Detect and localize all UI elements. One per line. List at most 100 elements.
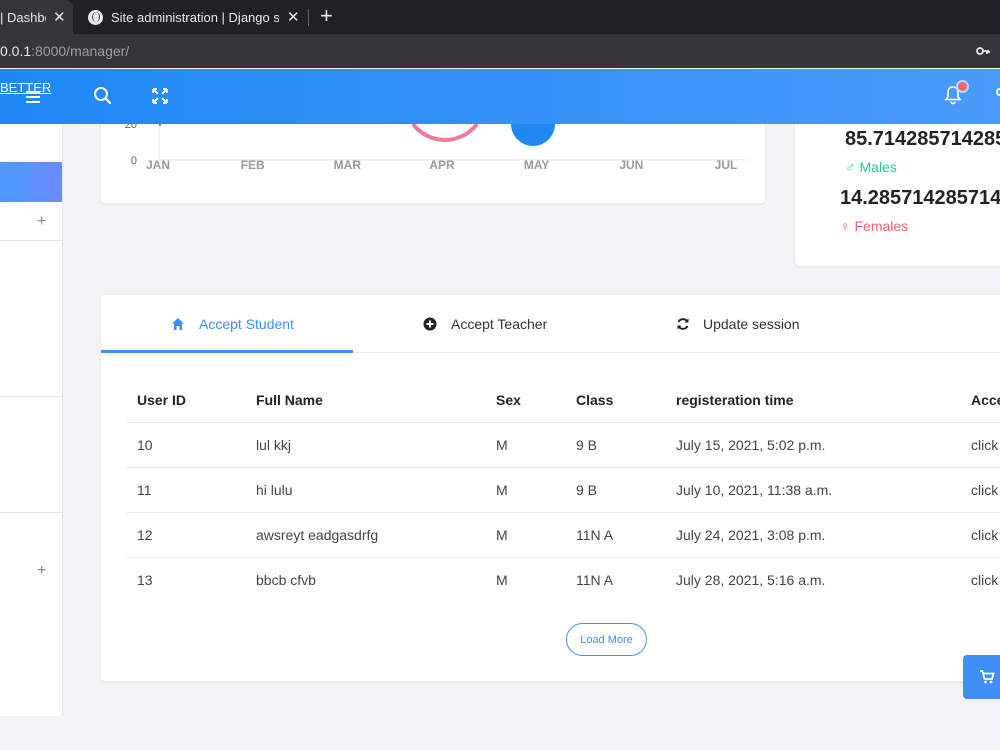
browser-tab-strip: | Dashboa ✕ Site administration | Django… bbox=[0, 0, 1000, 34]
tab-label: Update session bbox=[703, 316, 800, 332]
cell-class: 9 B bbox=[576, 482, 598, 498]
cell-class: 11N A bbox=[576, 527, 614, 543]
expand-plus-icon[interactable]: + bbox=[37, 213, 46, 231]
sidebar-footer bbox=[0, 716, 63, 750]
tab-update-session[interactable]: Update session bbox=[676, 316, 800, 332]
fullscreen-icon[interactable] bbox=[150, 86, 170, 106]
females-percentage: 14.2857142857142 bbox=[840, 187, 1000, 209]
males-label: Males bbox=[859, 159, 897, 175]
x-tick-label: JUL bbox=[715, 158, 738, 172]
active-tab-indicator bbox=[101, 350, 353, 353]
cell-user-id: 11 bbox=[137, 482, 152, 498]
x-tick-label: APR bbox=[429, 158, 455, 172]
sidebar-divider bbox=[0, 512, 62, 513]
expand-plus-icon[interactable]: + bbox=[37, 562, 46, 580]
cell-registration-time: July 28, 2021, 5:16 a.m. bbox=[676, 572, 826, 588]
floating-cart-button[interactable] bbox=[963, 655, 1000, 699]
table-row: 12 awsreyt eadgasdrfg M 11N A July 24, 2… bbox=[126, 512, 1000, 557]
home-icon bbox=[172, 318, 184, 330]
column-header-user-id: User ID bbox=[137, 392, 187, 408]
search-icon[interactable] bbox=[93, 86, 113, 106]
accept-requests-card: Accept Student Accept Teacher Update ses… bbox=[101, 295, 1000, 681]
cell-sex: M bbox=[496, 572, 508, 588]
cell-user-id: 13 bbox=[137, 572, 153, 588]
table-row: 11 hi lulu M 9 B July 10, 2021, 11:38 a.… bbox=[126, 467, 1000, 512]
sidebar-divider bbox=[0, 396, 62, 397]
males-label-row: ♂ Males bbox=[845, 159, 897, 175]
females-label-row: ♀ Females bbox=[840, 218, 908, 234]
refresh-icon bbox=[677, 318, 689, 330]
browser-tab-dashboard[interactable]: | Dashboa ✕ bbox=[0, 0, 73, 34]
sidebar: + + bbox=[0, 124, 63, 716]
app-header: BETTER bbox=[0, 69, 1000, 124]
cell-class: 11N A bbox=[576, 572, 614, 588]
males-percentage: 85.7142857142857 bbox=[845, 128, 1000, 150]
tab-label: Accept Teacher bbox=[451, 316, 548, 332]
column-header-class: Class bbox=[576, 392, 614, 408]
tab-separator bbox=[308, 9, 309, 26]
cell-user-id: 10 bbox=[137, 437, 153, 453]
accept-link[interactable]: click here bbox=[971, 482, 1000, 498]
y-tick-label: 0 bbox=[131, 155, 137, 167]
column-header-full-name: Full Name bbox=[256, 392, 323, 408]
cart-icon bbox=[980, 670, 995, 684]
tab-label: Accept Student bbox=[199, 316, 294, 332]
user-icon[interactable] bbox=[996, 88, 1000, 96]
accept-link[interactable]: click here bbox=[971, 572, 1000, 588]
table-row: 10 lul kkj M 9 B July 15, 2021, 5:02 p.m… bbox=[126, 422, 1000, 467]
column-header-registration-time: registeration time bbox=[676, 392, 794, 408]
sidebar-divider bbox=[0, 240, 62, 241]
hamburger-menu-icon[interactable] bbox=[26, 91, 40, 103]
cell-class: 9 B bbox=[576, 437, 598, 453]
x-tick-label: JAN bbox=[146, 158, 170, 172]
y-tick-label: 20 bbox=[125, 124, 137, 131]
x-tick-label: JUN bbox=[619, 158, 643, 172]
browser-tab-title: Site administration | Django site a bbox=[111, 9, 279, 25]
cell-registration-time: July 24, 2021, 3:08 p.m. bbox=[676, 527, 826, 543]
females-label: Females bbox=[854, 218, 909, 234]
cell-sex: M bbox=[496, 482, 508, 498]
notification-badge bbox=[956, 80, 969, 93]
series-arc-pink bbox=[411, 124, 479, 142]
sidebar-item-active[interactable] bbox=[0, 162, 62, 202]
cell-full-name: lul kkj bbox=[256, 437, 292, 453]
cell-user-id: 12 bbox=[137, 527, 153, 543]
url-field[interactable]: 0.0.1:8000/manager/ bbox=[0, 43, 129, 59]
accept-link[interactable]: click here bbox=[971, 437, 1000, 453]
url-path: :8000/manager/ bbox=[31, 43, 130, 59]
female-icon: ♀ bbox=[840, 218, 851, 234]
x-tick-label: MAY bbox=[524, 158, 550, 172]
table-row: 13 bbcb cfvb M 11N A July 28, 2021, 5:16… bbox=[126, 557, 1000, 602]
tab-accept-teacher[interactable]: Accept Teacher bbox=[423, 316, 547, 332]
gender-stats-card: 85.7142857142857 ♂Males 14.2857142857142… bbox=[795, 124, 1000, 266]
new-tab-button[interactable]: + bbox=[320, 5, 333, 27]
plus-circle-icon bbox=[423, 317, 437, 331]
column-header-accept: Accept bbox=[971, 392, 1000, 408]
cell-sex: M bbox=[496, 527, 508, 543]
column-header-sex: Sex bbox=[496, 392, 521, 408]
monthly-chart-card: JAN FEB MAR APR MAY JUN JUL 0 20 bbox=[101, 124, 765, 203]
monthly-chart: JAN FEB MAR APR MAY JUN JUL 0 20 bbox=[125, 124, 746, 172]
browser-tab-title: | Dashboa bbox=[0, 9, 46, 25]
url-host: 0.0.1 bbox=[0, 43, 32, 59]
cell-registration-time: July 15, 2021, 5:02 p.m. bbox=[676, 437, 826, 453]
series-point-blue bbox=[511, 124, 555, 146]
cell-full-name: bbcb cfvb bbox=[256, 572, 316, 588]
cell-full-name: hi lulu bbox=[256, 482, 293, 498]
cell-sex: M bbox=[496, 437, 508, 453]
browser-tab-django-admin[interactable]: Site administration | Django site a ✕ bbox=[88, 0, 303, 34]
load-more-button[interactable]: Load More bbox=[566, 623, 647, 656]
key-icon[interactable] bbox=[976, 44, 990, 58]
globe-icon bbox=[88, 9, 103, 25]
x-tick-label: MAR bbox=[334, 158, 362, 172]
accept-link[interactable]: click here bbox=[971, 527, 1000, 543]
male-icon: ♂ bbox=[845, 159, 856, 175]
tab-accept-student[interactable]: Accept Student bbox=[171, 316, 294, 332]
cell-full-name: awsreyt eadgasdrfg bbox=[256, 527, 379, 543]
close-icon[interactable]: ✕ bbox=[287, 8, 300, 26]
tab-bar: Accept Student Accept Teacher Update ses… bbox=[101, 295, 1000, 353]
close-icon[interactable]: ✕ bbox=[53, 8, 66, 26]
cell-registration-time: July 10, 2021, 11:38 a.m. bbox=[676, 482, 833, 498]
address-bar: 0.0.1:8000/manager/ bbox=[0, 34, 1000, 68]
x-tick-label: FEB bbox=[241, 158, 265, 172]
